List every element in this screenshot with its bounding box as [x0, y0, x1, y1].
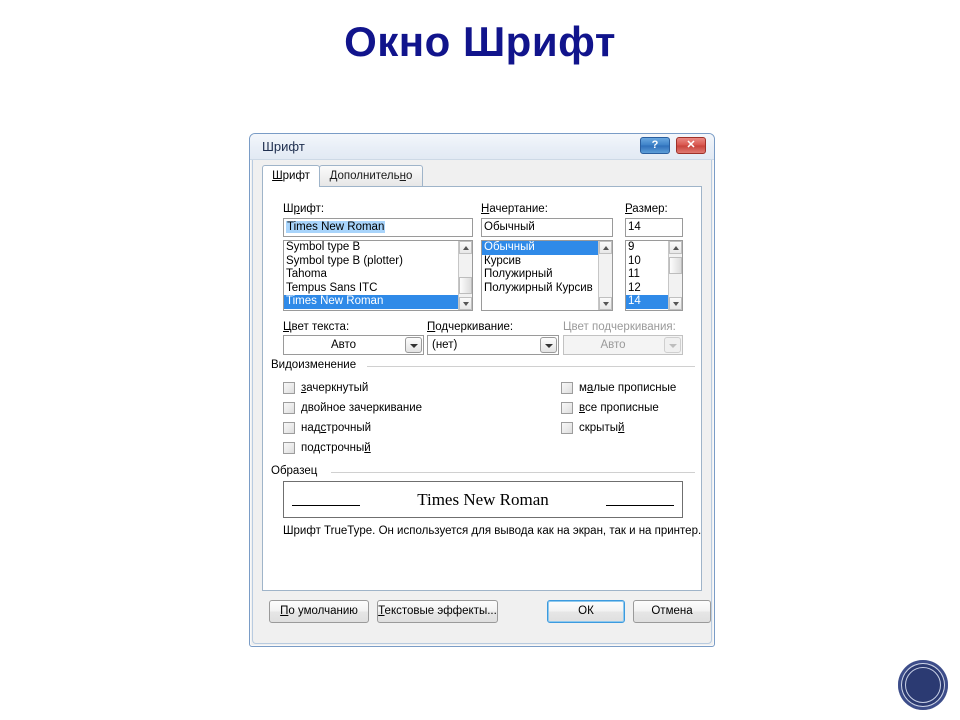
sample-group-title: Образец: [271, 465, 323, 477]
checkbox-label: все прописные: [579, 402, 659, 414]
sample-preview: Times New Roman: [283, 481, 683, 518]
checkbox-icon[interactable]: [283, 382, 295, 394]
size-list-scrollbar[interactable]: [668, 241, 682, 310]
font-input-value: Times New Roman: [286, 221, 386, 233]
underline-color-label: Цвет подчеркивания:: [563, 321, 676, 333]
effects-group: Видоизменение: [271, 359, 695, 371]
scroll-up-arrow-icon[interactable]: [669, 241, 682, 254]
effects-group-title: Видоизменение: [271, 359, 362, 371]
checkbox-icon[interactable]: [283, 402, 295, 414]
list-item[interactable]: 9: [626, 241, 668, 255]
list-item[interactable]: Tempus Sans ITC: [284, 282, 458, 296]
list-item-selected[interactable]: 14: [626, 295, 668, 309]
style-label: Начертание:: [481, 203, 548, 215]
underline-style-combo[interactable]: (нет): [427, 335, 559, 355]
list-item[interactable]: Symbol type B: [284, 241, 458, 255]
checkbox-icon[interactable]: [561, 382, 573, 394]
checkbox-label: малые прописные: [579, 382, 677, 394]
chevron-down-icon[interactable]: [540, 337, 557, 353]
scrollbar-thumb[interactable]: [459, 277, 472, 294]
style-listbox[interactable]: Обычный Курсив Полужирный Полужирный Кур…: [481, 240, 613, 311]
size-list-items: 9 10 11 12 14: [626, 241, 668, 309]
text-effects-button[interactable]: Текстовые эффекты...: [377, 600, 498, 623]
list-item-selected[interactable]: Times New Roman: [284, 295, 458, 309]
scroll-down-arrow-icon[interactable]: [669, 297, 682, 310]
tab-font-label: рифт: [282, 170, 310, 182]
list-item[interactable]: Курсив: [482, 255, 598, 269]
set-default-button[interactable]: По умолчанию: [269, 600, 369, 623]
list-item-selected[interactable]: Обычный: [482, 241, 598, 255]
sample-text: Times New Roman: [417, 489, 549, 509]
underline-style-value: (нет): [432, 339, 458, 351]
underline-color-combo: Авто: [563, 335, 683, 355]
font-dialog: Шрифт ? ✕ Шрифт Дополнительно Шрифт: Нач…: [249, 133, 715, 647]
font-list-scrollbar[interactable]: [458, 241, 472, 310]
set-default-label: о умолчанию: [288, 605, 358, 617]
list-item[interactable]: Полужирный: [482, 268, 598, 282]
list-item[interactable]: 12: [626, 282, 668, 296]
scroll-down-arrow-icon[interactable]: [459, 297, 472, 310]
tab-advanced-label-a: Дополнитель: [329, 170, 400, 182]
scroll-up-arrow-icon[interactable]: [459, 241, 472, 254]
institution-seal-logo: [898, 660, 948, 710]
checkbox-icon[interactable]: [283, 442, 295, 454]
text-color-label: Цвет текста:: [283, 321, 350, 333]
checkbox-label: зачеркнутый: [301, 382, 369, 394]
tab-font[interactable]: Шрифт: [262, 165, 320, 187]
font-input[interactable]: Times New Roman: [283, 218, 473, 237]
sample-rule-right: [606, 504, 674, 506]
tab-font-accel: Ш: [272, 170, 283, 182]
tab-advanced-label-b: о: [405, 170, 413, 182]
checkbox-icon[interactable]: [283, 422, 295, 434]
font-label: Шрифт:: [283, 203, 325, 215]
page-title: Окно Шрифт: [344, 18, 616, 65]
cancel-button[interactable]: Отмена: [633, 600, 711, 623]
scroll-up-arrow-icon[interactable]: [599, 241, 612, 254]
list-item[interactable]: Полужирный Курсив: [482, 282, 598, 296]
tab-page-font: Шрифт: Начертание: Размер: Times New Rom…: [262, 186, 702, 591]
dialog-titlebar: Шрифт ? ✕: [250, 134, 714, 160]
scroll-down-arrow-icon[interactable]: [599, 297, 612, 310]
size-input[interactable]: 14: [625, 218, 683, 237]
group-divider: [271, 472, 695, 473]
help-button[interactable]: ?: [640, 137, 670, 154]
size-input-value: 14: [628, 221, 641, 233]
text-effects-label: екстовые эффекты...: [384, 605, 497, 617]
list-item[interactable]: 10: [626, 255, 668, 269]
tabstrip: Шрифт Дополнительно: [262, 165, 702, 187]
font-listbox[interactable]: Symbol type B Symbol type B (plotter) Ta…: [283, 240, 473, 311]
style-list-items: Обычный Курсив Полужирный Полужирный Кур…: [482, 241, 598, 295]
size-listbox[interactable]: 9 10 11 12 14: [625, 240, 683, 311]
chevron-down-icon: [664, 337, 681, 353]
sample-note: Шрифт TrueType. Он используется для выво…: [283, 525, 702, 537]
checkbox-icon[interactable]: [561, 422, 573, 434]
ok-button[interactable]: ОК: [547, 600, 625, 623]
text-color-value: Авто: [330, 339, 357, 351]
text-color-combo[interactable]: Авто: [283, 335, 424, 355]
sample-group: Образец: [271, 465, 695, 477]
scrollbar-thumb[interactable]: [669, 257, 682, 274]
list-item[interactable]: Tahoma: [284, 268, 458, 282]
checkbox-label: скрытый: [579, 422, 625, 434]
checkbox-label: двойное зачеркивание: [301, 402, 423, 414]
underline-color-value: Авто: [600, 339, 626, 351]
size-label: Размер:: [625, 203, 668, 215]
list-item[interactable]: 11: [626, 268, 668, 282]
checkbox-label: надстрочный: [301, 422, 372, 434]
checkbox-label: подстрочный: [301, 442, 371, 454]
font-list-items: Symbol type B Symbol type B (plotter) Ta…: [284, 241, 458, 309]
checkbox-icon[interactable]: [561, 402, 573, 414]
tab-advanced[interactable]: Дополнительно: [319, 165, 423, 187]
underline-style-label: Подчеркивание:: [427, 321, 514, 333]
chevron-down-icon[interactable]: [405, 337, 422, 353]
style-input[interactable]: Обычный: [481, 218, 613, 237]
dialog-title: Шрифт: [262, 139, 305, 154]
style-list-scrollbar[interactable]: [598, 241, 612, 310]
close-button[interactable]: ✕: [676, 137, 706, 154]
list-item[interactable]: Symbol type B (plotter): [284, 255, 458, 269]
style-input-value: Обычный: [484, 221, 535, 233]
